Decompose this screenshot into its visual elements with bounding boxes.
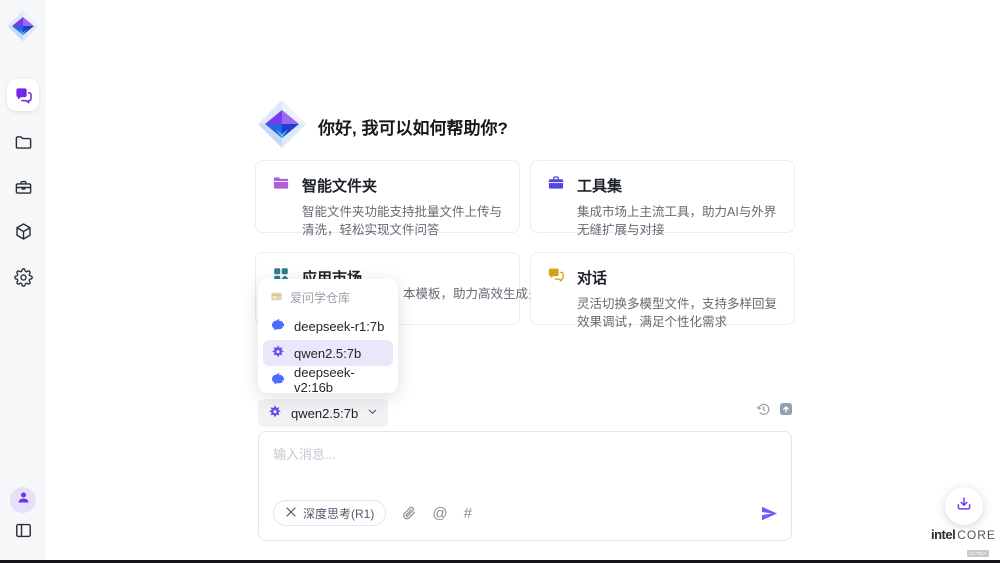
- card-toolkit[interactable]: 工具集 集成市场上主流工具，助力AI与外界无缝扩展与对接: [530, 160, 795, 233]
- download-button[interactable]: [945, 487, 983, 525]
- assistant-logo-icon: [257, 99, 307, 149]
- sidebar-item-chat[interactable]: [7, 79, 39, 111]
- ultra-badge: ULTRA: [967, 550, 990, 557]
- core-wordmark: CORE: [957, 528, 996, 542]
- card-smart-folders[interactable]: 智能文件夹 智能文件夹功能支持批量文件上传与清洗，轻松实现文件问答: [255, 160, 520, 233]
- model-dropdown-menu: 爱问学仓库 deepseek-r1:7b qwen2.5:7b: [258, 279, 398, 393]
- sidebar-item-toolkit[interactable]: [7, 171, 39, 203]
- sidebar-item-settings[interactable]: [7, 261, 39, 293]
- deep-think-toggle[interactable]: 深度思考(R1): [273, 500, 386, 526]
- model-selector-value: qwen2.5:7b: [291, 406, 358, 421]
- app-logo-icon: [7, 10, 39, 42]
- hash-icon[interactable]: #: [464, 506, 471, 521]
- model-selector[interactable]: qwen2.5:7b: [258, 399, 388, 427]
- qwen-star-icon: [267, 404, 283, 423]
- chat-filled-icon: [547, 266, 565, 289]
- card-description: 智能文件夹功能支持批量文件上传与清洗，轻松实现文件问答: [302, 203, 503, 239]
- deep-think-icon: [285, 506, 297, 521]
- sidebar: [0, 0, 46, 560]
- model-repo-header: 爱问学仓库: [258, 285, 398, 312]
- model-option-deepseek-r1[interactable]: deepseek-r1:7b: [263, 313, 393, 339]
- briefcase-filled-icon: [547, 174, 565, 197]
- attachment-icon[interactable]: [402, 506, 416, 520]
- qwen-star-icon: [270, 344, 286, 363]
- card-conversation[interactable]: 对话 灵活切换多模型文件，支持多样回复效果调试，满足个性化需求: [530, 252, 795, 325]
- user-avatar[interactable]: [10, 487, 36, 513]
- card-description: 本模板，助力高效生成多: [403, 285, 541, 303]
- intel-wordmark: intel: [931, 527, 955, 542]
- columns-icon: [14, 521, 33, 540]
- folder-filled-icon: [272, 174, 290, 197]
- folder-icon: [14, 133, 33, 152]
- composer-toolbar: 深度思考(R1) @ #: [273, 500, 779, 526]
- person-icon: [16, 490, 31, 510]
- card-title: 对话: [577, 267, 607, 288]
- card-title: 智能文件夹: [302, 175, 377, 196]
- briefcase-icon: [14, 178, 33, 197]
- history-icon[interactable]: [756, 402, 771, 417]
- message-composer: 深度思考(R1) @ #: [258, 431, 792, 541]
- repo-icon: [270, 290, 283, 306]
- panel-toggle-button[interactable]: [7, 514, 39, 546]
- intel-core-logo: intelCORE ULTRA: [931, 527, 991, 560]
- download-icon: [955, 495, 973, 518]
- deepseek-whale-icon: [270, 371, 286, 390]
- model-option-deepseek-v2[interactable]: deepseek-v2:16b: [263, 367, 393, 393]
- cube-icon: [14, 222, 33, 241]
- send-button[interactable]: [760, 504, 779, 523]
- sidebar-item-folders[interactable]: [7, 126, 39, 158]
- chat-bubbles-icon: [14, 86, 33, 105]
- gear-icon: [14, 268, 33, 287]
- card-title: 工具集: [577, 175, 622, 196]
- card-description: 集成市场上主流工具，助力AI与外界无缝扩展与对接: [577, 203, 778, 239]
- greeting-title: 你好, 我可以如何帮助你?: [318, 114, 508, 139]
- mention-icon[interactable]: @: [432, 506, 447, 521]
- pin-panel-icon[interactable]: [778, 401, 794, 417]
- sidebar-item-models[interactable]: [7, 215, 39, 247]
- chevron-down-icon: [366, 405, 379, 421]
- deepseek-whale-icon: [270, 317, 286, 336]
- app-window: 你好, 我可以如何帮助你? 智能文件夹 智能文件夹功能支持批量文件上传与清洗，轻…: [0, 0, 1000, 563]
- card-description: 灵活切换多模型文件，支持多样回复效果调试，满足个性化需求: [577, 295, 778, 331]
- message-input[interactable]: [273, 444, 773, 484]
- model-option-qwen[interactable]: qwen2.5:7b: [263, 340, 393, 366]
